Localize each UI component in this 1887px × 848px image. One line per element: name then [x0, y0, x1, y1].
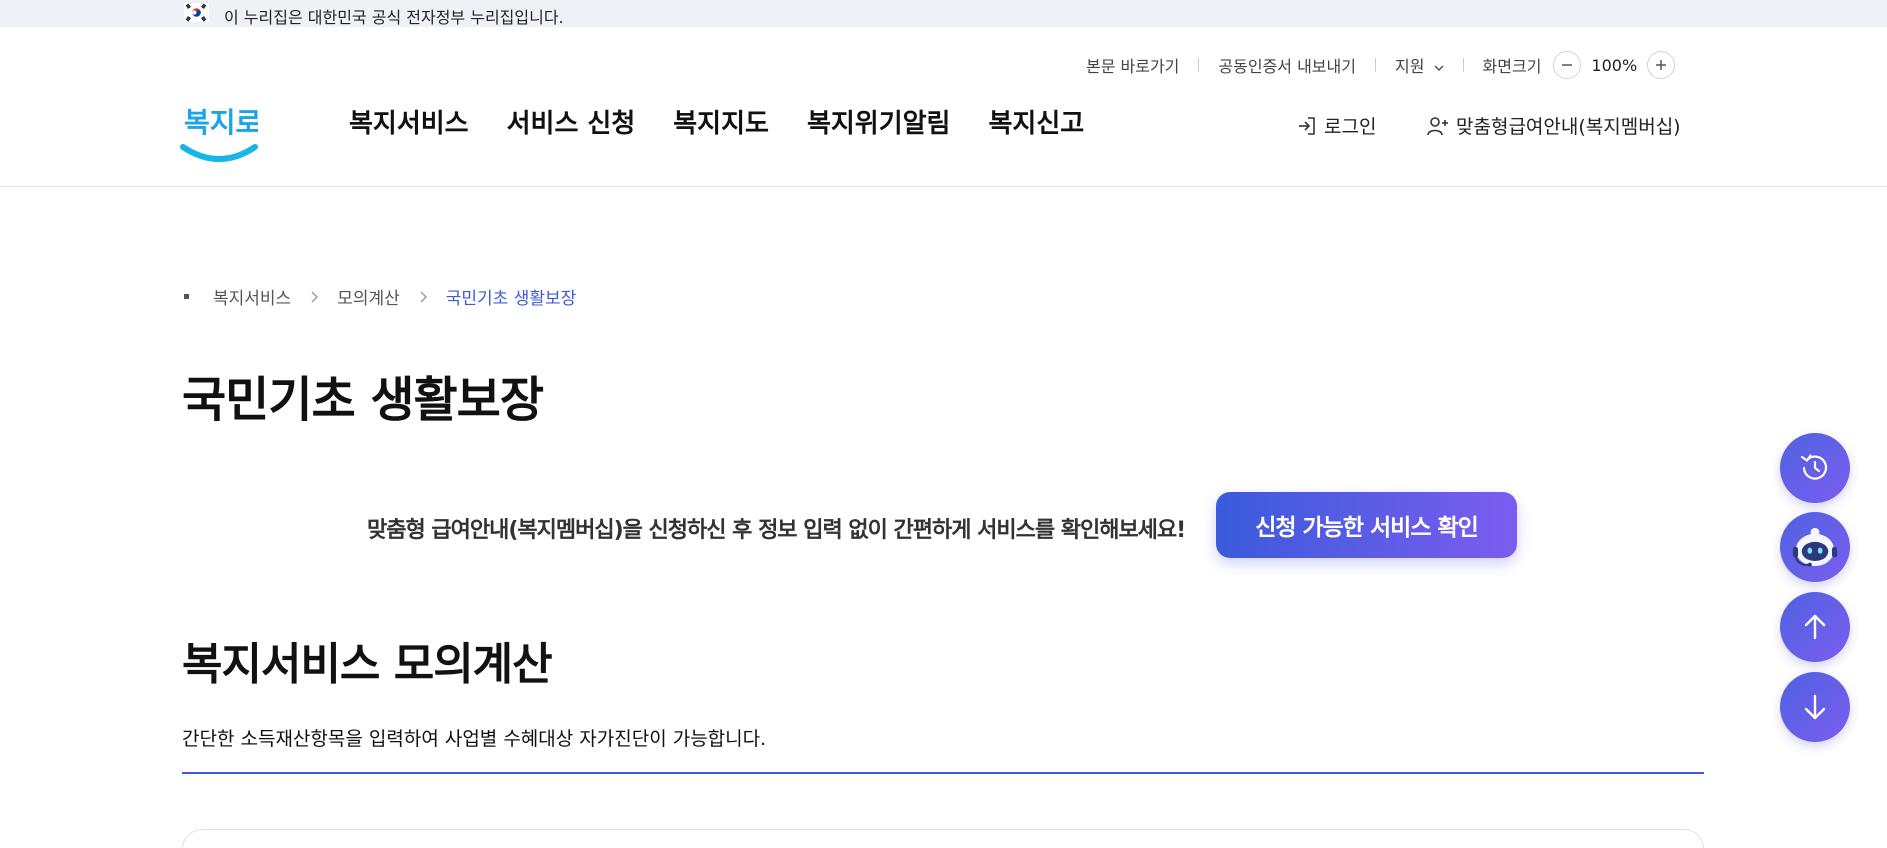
- nav-welfare-report[interactable]: 복지신고: [988, 103, 1084, 140]
- chevron-right-icon: [311, 291, 319, 302]
- divider: [1198, 58, 1200, 72]
- divider: [1462, 58, 1464, 72]
- membership-label: 맞춤형급여안내(복지멤버십): [1456, 116, 1681, 138]
- section-divider: [182, 772, 1704, 774]
- scroll-top-button[interactable]: [1780, 592, 1850, 662]
- gov-banner-text: 이 누리집은 대한민국 공식 전자정부 누리집입니다.: [224, 8, 564, 27]
- screen-size-label: 화면크기: [1482, 57, 1542, 76]
- korea-flag-icon: [184, 3, 209, 22]
- bokjiro-logo[interactable]: 복지로: [180, 87, 258, 181]
- breadcrumb-bullet: [184, 294, 189, 299]
- breadcrumb-current: 국민기초 생활보장: [445, 289, 577, 309]
- nav-service-apply[interactable]: 서비스 신청: [507, 103, 636, 140]
- membership-button[interactable]: 맞춤형급여안내(복지멤버십): [1426, 112, 1681, 139]
- login-icon: [1299, 116, 1315, 135]
- page-title: 국민기초 생활보장: [182, 372, 544, 428]
- history-icon: [1800, 454, 1828, 480]
- breadcrumb-item[interactable]: 복지서비스: [213, 284, 291, 309]
- site-header: 본문 바로가기 공동인증서 내보내기 지원 화면크기 100% 복지로 복지서비…: [0, 27, 1887, 187]
- nav-welfare-service[interactable]: 복지서비스: [349, 103, 469, 140]
- chevron-down-icon: [1434, 64, 1444, 71]
- export-certificate-link[interactable]: 공동인증서 내보내기: [1218, 53, 1356, 77]
- skip-to-content-link[interactable]: 본문 바로가기: [1086, 53, 1179, 77]
- gov-banner: 이 누리집은 대한민국 공식 전자정부 누리집입니다.: [0, 0, 1887, 27]
- section-title: 복지서비스 모의계산: [182, 639, 553, 690]
- login-label: 로그인: [1324, 116, 1377, 138]
- promo-text: 맞춤형 급여안내(복지멤버십)을 신청하신 후 정보 입력 없이 간편하게 서비…: [367, 518, 1186, 543]
- zoom-value: 100%: [1591, 55, 1638, 75]
- nav-welfare-map[interactable]: 복지지도: [673, 103, 769, 140]
- nav-welfare-crisis-alert[interactable]: 복지위기알림: [807, 103, 951, 140]
- user-add-icon: [1427, 116, 1448, 135]
- chevron-right-icon: [420, 291, 427, 302]
- support-label: 지원: [1394, 57, 1425, 76]
- arrow-down-icon: [1804, 694, 1826, 720]
- plus-icon: [1656, 60, 1667, 70]
- minus-icon: [1562, 64, 1573, 66]
- chatbot-button[interactable]: [1780, 512, 1850, 582]
- chatbot-icon: [1792, 527, 1838, 567]
- scroll-bottom-button[interactable]: [1780, 672, 1850, 742]
- calculator-card: [182, 829, 1704, 848]
- utility-bar: 본문 바로가기 공동인증서 내보내기 지원 화면크기 100%: [1086, 51, 1676, 79]
- logo-text: 복지로: [184, 106, 258, 139]
- support-dropdown[interactable]: 지원: [1395, 53, 1444, 77]
- login-button[interactable]: 로그인: [1296, 112, 1376, 139]
- recent-history-button[interactable]: [1780, 433, 1850, 503]
- breadcrumb-item[interactable]: 모의계산: [337, 284, 400, 309]
- main-nav: 복지서비스 서비스 신청 복지지도 복지위기알림 복지신고: [349, 103, 1122, 140]
- check-available-services-button[interactable]: 신청 가능한 서비스 확인: [1216, 492, 1517, 558]
- arrow-up-icon: [1804, 614, 1826, 640]
- zoom-in-button[interactable]: [1647, 51, 1676, 79]
- zoom-out-button[interactable]: [1553, 51, 1582, 79]
- section-description: 간단한 소득재산항목을 입력하여 사업별 수혜대상 자가진단이 가능합니다.: [182, 728, 767, 750]
- breadcrumb: 복지서비스 모의계산 국민기초 생활보장: [184, 284, 576, 309]
- divider: [1374, 58, 1376, 72]
